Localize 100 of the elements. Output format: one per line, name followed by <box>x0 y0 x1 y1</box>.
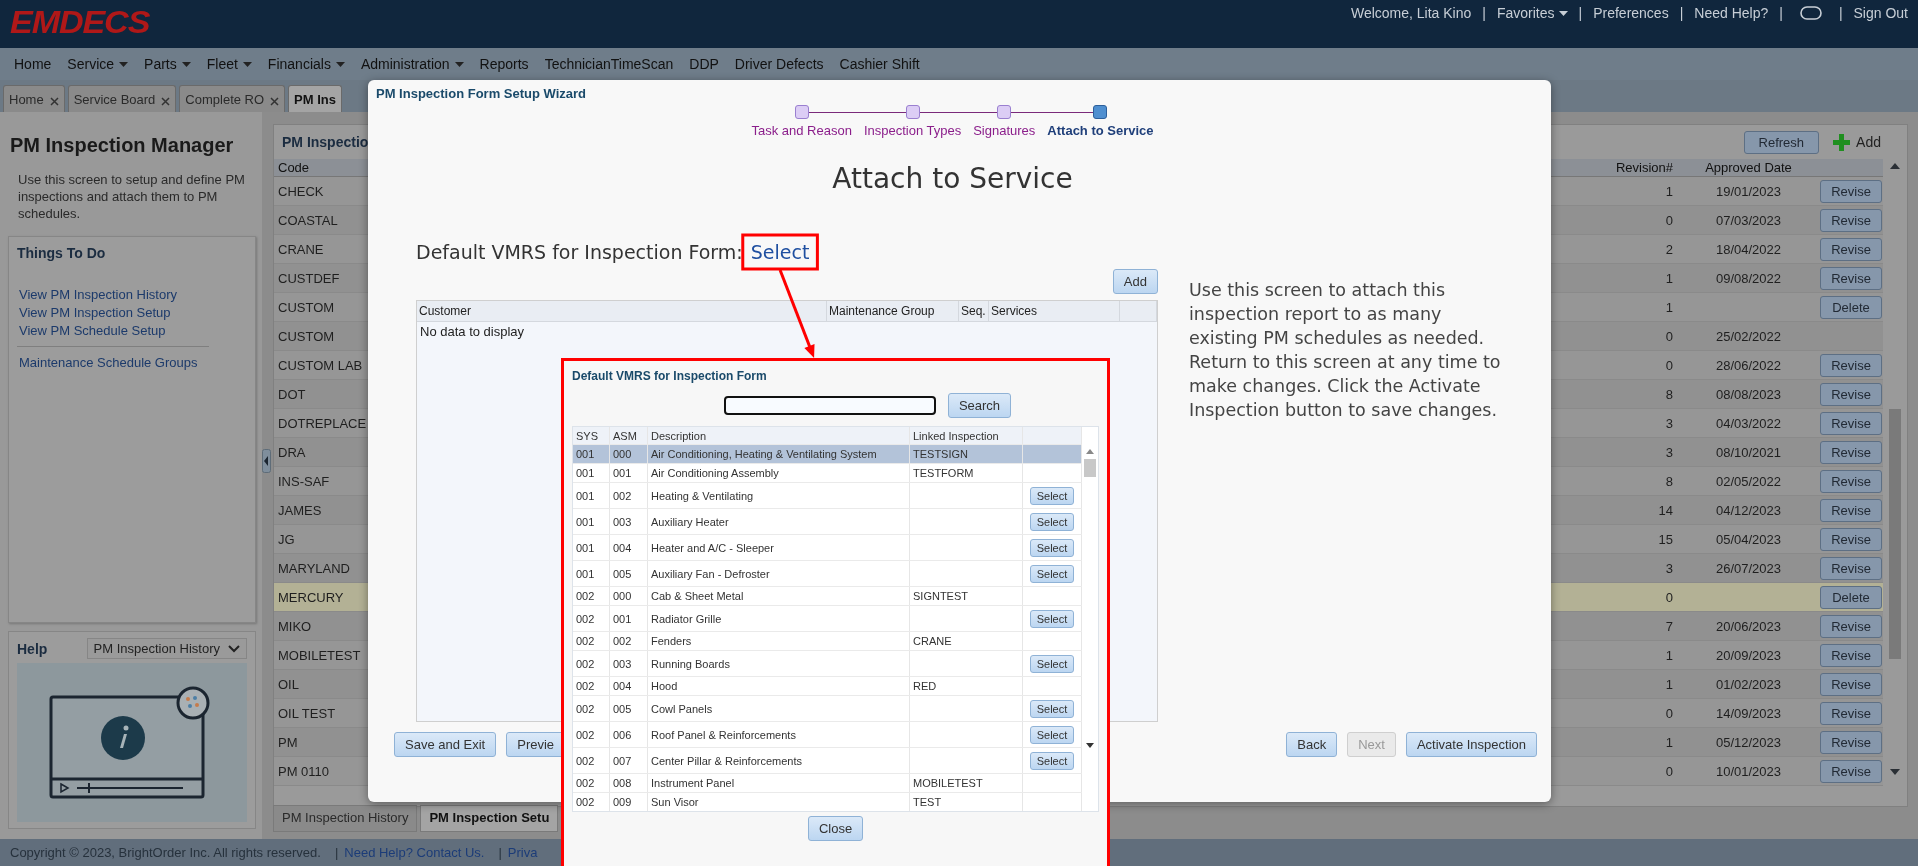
wizard-button[interactable]: Save and Exit <box>394 732 497 757</box>
select-button[interactable]: Select <box>1030 699 1074 718</box>
row-action-button[interactable]: Revise <box>1820 701 1882 725</box>
select-button[interactable]: Select <box>1030 725 1074 744</box>
step-label[interactable]: Attach to Service <box>1047 123 1154 138</box>
header-link[interactable]: Preferences <box>1593 5 1669 21</box>
table-row[interactable]: 002 001 Radiator Grille Select <box>573 606 1082 632</box>
search-field[interactable] <box>723 396 936 415</box>
row-action-button[interactable]: Revise <box>1820 614 1882 638</box>
header-link[interactable]: Need Help? <box>1694 5 1769 21</box>
select-button[interactable]: Select <box>1030 751 1074 770</box>
row-action-button[interactable]: Delete <box>1820 295 1882 319</box>
column-header: Description <box>648 427 910 444</box>
menu-item[interactable]: Home <box>6 56 60 72</box>
row-action-button[interactable]: Revise <box>1820 353 1882 377</box>
step-label[interactable]: Signatures <box>973 123 1036 138</box>
dialog-title: Default VMRS for Inspection Form <box>572 369 768 383</box>
menu-item[interactable]: Driver Defects <box>726 56 832 72</box>
table-cell: 002 <box>573 748 610 773</box>
select-button[interactable]: Select <box>1030 512 1074 531</box>
tab[interactable]: Complete RO <box>179 85 286 112</box>
select-button[interactable]: Select <box>1030 538 1074 557</box>
tab[interactable]: PM Inspection History <box>273 805 418 832</box>
select-button[interactable]: Select <box>1030 564 1074 583</box>
table-row[interactable]: 002 005 Cowl Panels Select <box>573 696 1082 722</box>
row-action-button[interactable]: Revise <box>1820 382 1882 406</box>
step-marker[interactable] <box>794 105 809 119</box>
menu-item[interactable]: Service <box>59 56 137 72</box>
row-action-button[interactable]: Revise <box>1820 730 1882 754</box>
step-marker[interactable] <box>905 105 920 119</box>
refresh-button[interactable]: Refresh <box>1743 130 1820 154</box>
header-link[interactable]: Sign Out <box>1853 5 1908 21</box>
row-action-button[interactable]: Revise <box>1820 208 1882 232</box>
table-row[interactable]: 002 009 Sun Visor TEST <box>573 793 1082 811</box>
menu-item[interactable]: Financials <box>259 56 353 72</box>
step-marker[interactable] <box>997 105 1012 119</box>
table-row[interactable]: 002 002 Fenders CRANE <box>573 632 1082 651</box>
select-button[interactable]: Select <box>1030 609 1074 628</box>
row-action-button[interactable]: Revise <box>1820 672 1882 696</box>
menu-item[interactable]: DDP <box>681 56 727 72</box>
row-action-button[interactable]: Delete <box>1820 585 1882 609</box>
table-cell-text: 10/01/2023 <box>1714 763 1783 779</box>
row-action-button[interactable]: Revise <box>1820 237 1882 261</box>
wizard-button[interactable]: Back <box>1286 732 1338 757</box>
tab[interactable]: Home <box>3 85 65 112</box>
step-label[interactable]: Task and Reason <box>751 123 852 138</box>
step-marker[interactable] <box>1093 105 1108 119</box>
table-row[interactable]: 002 007 Center Pillar & Reinforcements Select <box>573 748 1082 774</box>
search-button[interactable]: Search <box>947 393 1012 418</box>
row-action-button[interactable]: Revise <box>1820 266 1882 290</box>
table-row[interactable]: 001 005 Auxiliary Fan - Defroster Select <box>573 561 1082 587</box>
todo-link[interactable]: View PM Inspection History <box>19 287 209 302</box>
todo-link[interactable]: View PM Schedule Setup <box>19 323 209 338</box>
table-cell-text: 08/08/2023 <box>1714 386 1783 402</box>
menu-item[interactable]: Administration <box>352 56 472 72</box>
row-action-button[interactable]: Revise <box>1820 179 1882 203</box>
table-row[interactable]: 002 006 Roof Panel & Reinforcements Select <box>573 722 1082 748</box>
table-row[interactable]: 001 002 Heating & Ventilating Select <box>573 483 1082 509</box>
help-dropdown[interactable]: PM Inspection History <box>86 638 247 659</box>
row-action-button[interactable]: Revise <box>1820 643 1882 667</box>
menu-item[interactable]: TechnicianTimeScan <box>536 56 682 72</box>
table-cell-text: JG <box>277 531 296 547</box>
table-row[interactable]: 002 008 Instrument Panel MOBILETEST <box>573 774 1082 793</box>
menu-item[interactable]: Cashier Shift <box>831 56 928 72</box>
row-action-button[interactable]: Revise <box>1820 556 1882 580</box>
menu-item[interactable]: Parts <box>136 56 199 72</box>
table-row[interactable]: 001 003 Auxiliary Heater Select <box>573 509 1082 535</box>
table-cell: 001 <box>610 606 648 631</box>
row-action-button[interactable]: Revise <box>1820 759 1882 783</box>
row-action-button[interactable]: Revise <box>1820 411 1882 435</box>
table-row[interactable]: 002 003 Running Boards Select <box>573 651 1082 677</box>
menu-item[interactable]: Reports <box>471 56 537 72</box>
table-cell-text: 04/12/2023 <box>1714 502 1783 518</box>
add-button[interactable]: Add <box>1833 133 1881 151</box>
wizard-button[interactable]: Activate Inspection <box>1405 732 1537 757</box>
table-row[interactable]: 002 000 Cab & Sheet Metal SIGNTEST <box>573 587 1082 606</box>
table-row[interactable]: 001 000 Air Conditioning, Heating & Ventilating System TESTSIGN <box>573 445 1082 464</box>
select-button[interactable]: Select <box>1030 654 1074 673</box>
todo-link[interactable]: View PM Inspection Setup <box>19 305 209 320</box>
close-button[interactable]: Close <box>807 816 864 841</box>
add-button[interactable]: Add <box>1112 269 1158 294</box>
tab[interactable]: PM Inspection Setu <box>420 805 559 832</box>
table-cell-text: CHECK <box>277 183 325 199</box>
favorites-menu[interactable]: Favorites <box>1496 5 1568 21</box>
table-row[interactable]: 001 004 Heater and A/C - Sleeper Select <box>573 535 1082 561</box>
step-label[interactable]: Inspection Types <box>863 123 962 138</box>
select-link[interactable]: Select <box>750 241 810 263</box>
todo-link[interactable]: Maintenance Schedule Groups <box>19 355 209 370</box>
menu-item[interactable]: Fleet <box>198 56 260 72</box>
select-button[interactable]: Select <box>1030 486 1074 505</box>
tab[interactable]: PM Ins <box>288 85 342 112</box>
row-action-button[interactable]: Revise <box>1820 527 1882 551</box>
tab[interactable]: Service Board <box>67 85 177 112</box>
row-action-button[interactable]: Revise <box>1820 469 1882 493</box>
pill-icon <box>1799 6 1822 20</box>
table-row[interactable]: 001 001 Air Conditioning Assembly TESTFORM <box>573 464 1082 483</box>
table-cell-text: 0 <box>1664 328 1674 344</box>
row-action-button[interactable]: Revise <box>1820 440 1882 464</box>
row-action-button[interactable]: Revise <box>1820 498 1882 522</box>
table-row[interactable]: 002 004 Hood RED <box>573 677 1082 696</box>
